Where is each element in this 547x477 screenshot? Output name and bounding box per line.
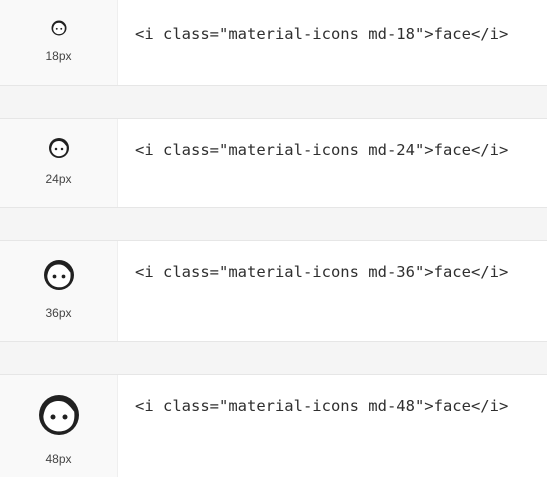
example-row-48: 48px <i class="material-icons md-48">fac…: [0, 374, 547, 477]
example-row-36: 36px <i class="material-icons md-36">fac…: [0, 240, 547, 342]
code-sample: <i class="material-icons md-36">face</i>: [135, 263, 509, 281]
size-label: 24px: [45, 172, 72, 186]
code-sample-cell: <i class="material-icons md-24">face</i>: [118, 119, 547, 207]
icon-preview-cell: 24px: [0, 119, 118, 207]
size-label: 18px: [45, 49, 72, 63]
code-sample: <i class="material-icons md-24">face</i>: [135, 141, 509, 159]
icon-size-examples: 18px <i class="material-icons md-18">fac…: [0, 0, 547, 477]
size-label: 36px: [45, 306, 72, 320]
face-icon: [48, 138, 69, 158]
code-sample-cell: <i class="material-icons md-18">face</i>: [118, 0, 547, 85]
icon-preview-cell: 36px: [0, 241, 118, 341]
code-sample-cell: <i class="material-icons md-48">face</i>: [118, 375, 547, 477]
icon-preview-cell: 18px: [0, 0, 118, 85]
code-sample: <i class="material-icons md-48">face</i>: [135, 397, 509, 415]
face-icon: [43, 260, 74, 290]
face-icon: [38, 395, 79, 435]
code-sample: <i class="material-icons md-18">face</i>: [135, 25, 509, 43]
example-row-18: 18px <i class="material-icons md-18">fac…: [0, 0, 547, 86]
example-row-24: 24px <i class="material-icons md-24">fac…: [0, 118, 547, 208]
size-label: 48px: [45, 452, 72, 466]
face-icon: [51, 20, 66, 36]
icon-preview-cell: 48px: [0, 375, 118, 477]
code-sample-cell: <i class="material-icons md-36">face</i>: [118, 241, 547, 341]
